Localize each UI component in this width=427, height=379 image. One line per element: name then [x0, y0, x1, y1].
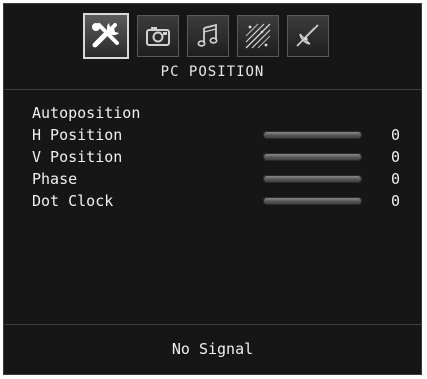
tab-features[interactable] — [237, 15, 279, 57]
setting-label: V Position — [32, 148, 123, 166]
setting-row-h-position[interactable]: H Position 0 — [4, 124, 421, 146]
setting-label: H Position — [32, 126, 123, 144]
setting-row-autoposition[interactable]: Autoposition — [4, 102, 421, 124]
tab-sound[interactable] — [187, 15, 229, 57]
camera-icon — [143, 21, 173, 51]
menu-tab-bar — [83, 13, 329, 61]
setting-value: 0 — [390, 192, 400, 210]
v-position-slider[interactable] — [263, 153, 362, 161]
setting-label: Phase — [32, 170, 78, 188]
phase-slider[interactable] — [263, 175, 362, 183]
music-note-icon — [193, 21, 223, 51]
setting-value: 0 — [390, 148, 400, 166]
settings-list: Autoposition H Position 0 V Position 0 P… — [4, 102, 421, 212]
satellite-icon — [292, 20, 324, 52]
setting-row-dot-clock[interactable]: Dot Clock 0 — [4, 190, 421, 212]
setting-row-v-position[interactable]: V Position 0 — [4, 146, 421, 168]
osd-menu-panel: PC POSITION Autoposition H Position 0 V … — [3, 3, 422, 375]
tab-picture[interactable] — [137, 15, 179, 57]
signal-status: No Signal — [171, 340, 254, 358]
tools-icon — [89, 19, 123, 53]
tab-source[interactable] — [287, 15, 329, 57]
setting-value: 0 — [390, 170, 400, 188]
page-title: PC POSITION — [160, 64, 265, 80]
menu-header: PC POSITION — [4, 4, 421, 90]
tab-setup[interactable] — [83, 13, 129, 59]
setting-label: Dot Clock — [32, 192, 114, 210]
h-position-slider[interactable] — [263, 131, 362, 139]
dot-clock-slider[interactable] — [263, 197, 362, 205]
status-bar: No Signal — [4, 324, 421, 374]
setting-value: 0 — [390, 126, 400, 144]
setting-label: Autoposition — [32, 104, 141, 122]
sparkle-wand-icon — [242, 20, 274, 52]
setting-row-phase[interactable]: Phase 0 — [4, 168, 421, 190]
